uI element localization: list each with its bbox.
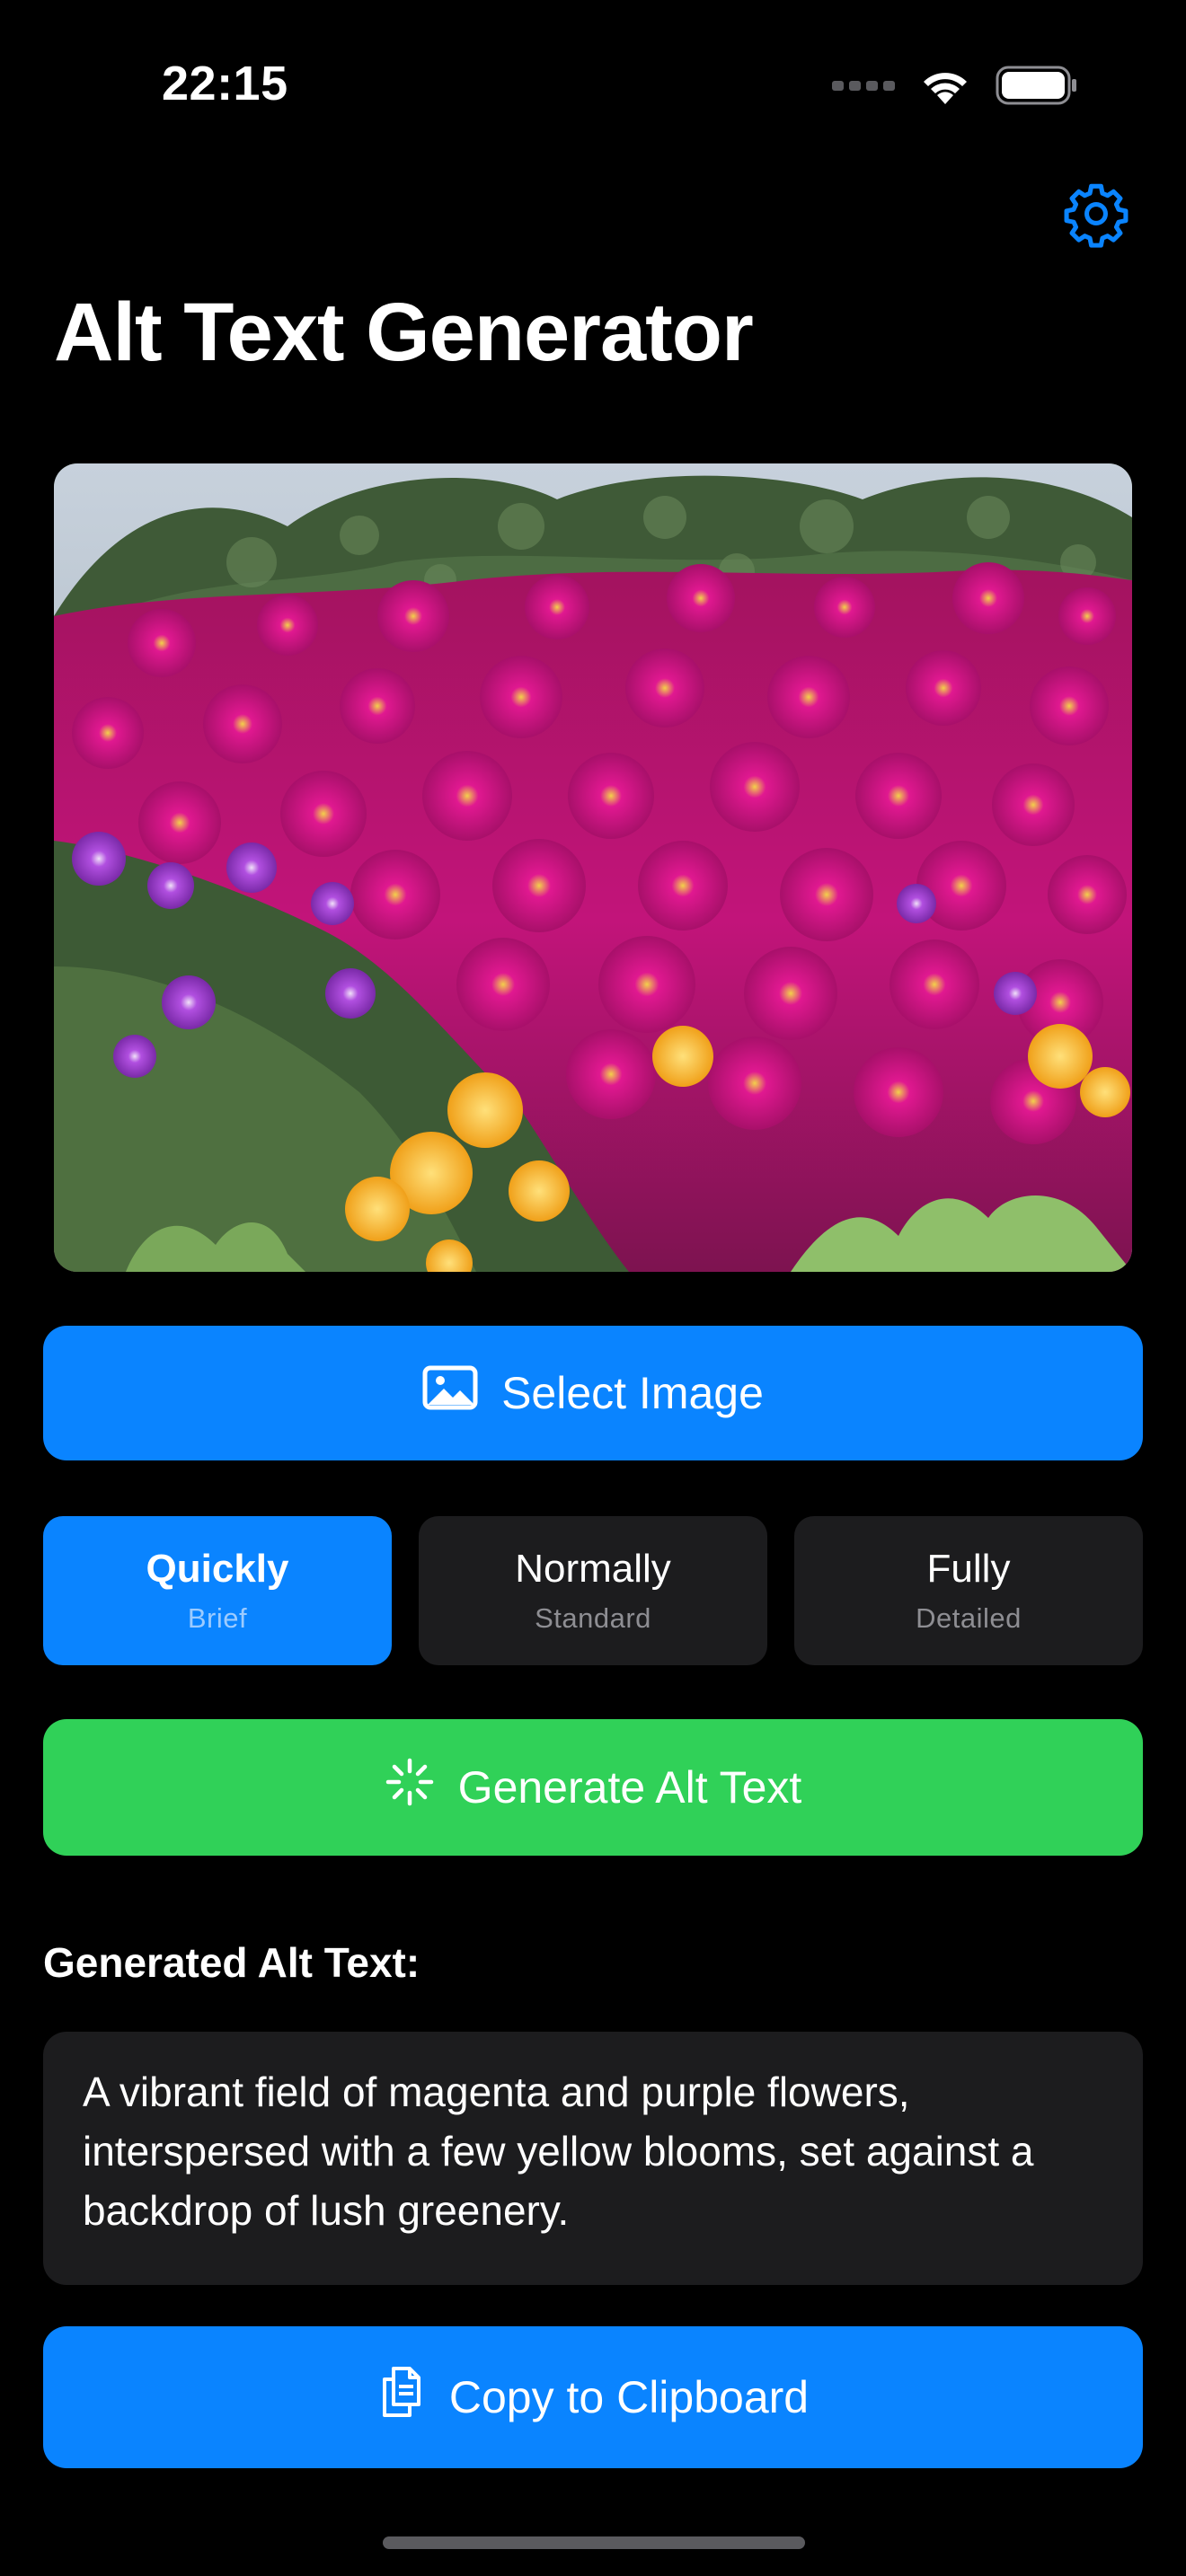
generate-label: Generate Alt Text <box>457 1762 802 1813</box>
status-icons <box>832 63 1078 108</box>
app-screen: 22:15 Alt Text Generator Select Image Qu… <box>0 0 1186 2576</box>
mode-title: Normally <box>515 1547 671 1591</box>
selected-image-preview <box>54 463 1132 1272</box>
gear-icon <box>1062 180 1130 252</box>
mode-title: Quickly <box>146 1547 289 1591</box>
mode-subtitle: Detailed <box>916 1602 1022 1634</box>
mode-subtitle: Standard <box>535 1602 651 1634</box>
mode-option-fully[interactable]: Fully Detailed <box>794 1516 1143 1665</box>
sparkle-icon <box>385 1757 435 1818</box>
home-indicator[interactable] <box>383 2536 805 2549</box>
mode-option-quickly[interactable]: Quickly Brief <box>43 1516 392 1665</box>
cellular-signal-icon <box>832 80 895 91</box>
battery-icon <box>996 65 1078 106</box>
mode-title: Fully <box>926 1547 1011 1591</box>
copy-label: Copy to Clipboard <box>448 2372 810 2422</box>
generate-alt-text-button[interactable]: Generate Alt Text <box>43 1719 1143 1856</box>
mode-option-normally[interactable]: Normally Standard <box>419 1516 767 1665</box>
status-time: 22:15 <box>162 57 288 110</box>
photo-icon <box>422 1365 478 1421</box>
wifi-icon <box>918 65 972 106</box>
page-title: Alt Text Generator <box>54 287 754 378</box>
generated-alt-text: A vibrant field of magenta and purple fl… <box>43 2032 1143 2285</box>
copy-documents-icon <box>377 2363 426 2431</box>
result-heading: Generated Alt Text: <box>43 1939 420 1986</box>
settings-button[interactable] <box>1058 178 1134 253</box>
copy-to-clipboard-button[interactable]: Copy to Clipboard <box>43 2326 1143 2468</box>
select-image-label: Select Image <box>501 1368 764 1418</box>
select-image-button[interactable]: Select Image <box>43 1326 1143 1460</box>
mode-subtitle: Brief <box>187 1602 248 1634</box>
